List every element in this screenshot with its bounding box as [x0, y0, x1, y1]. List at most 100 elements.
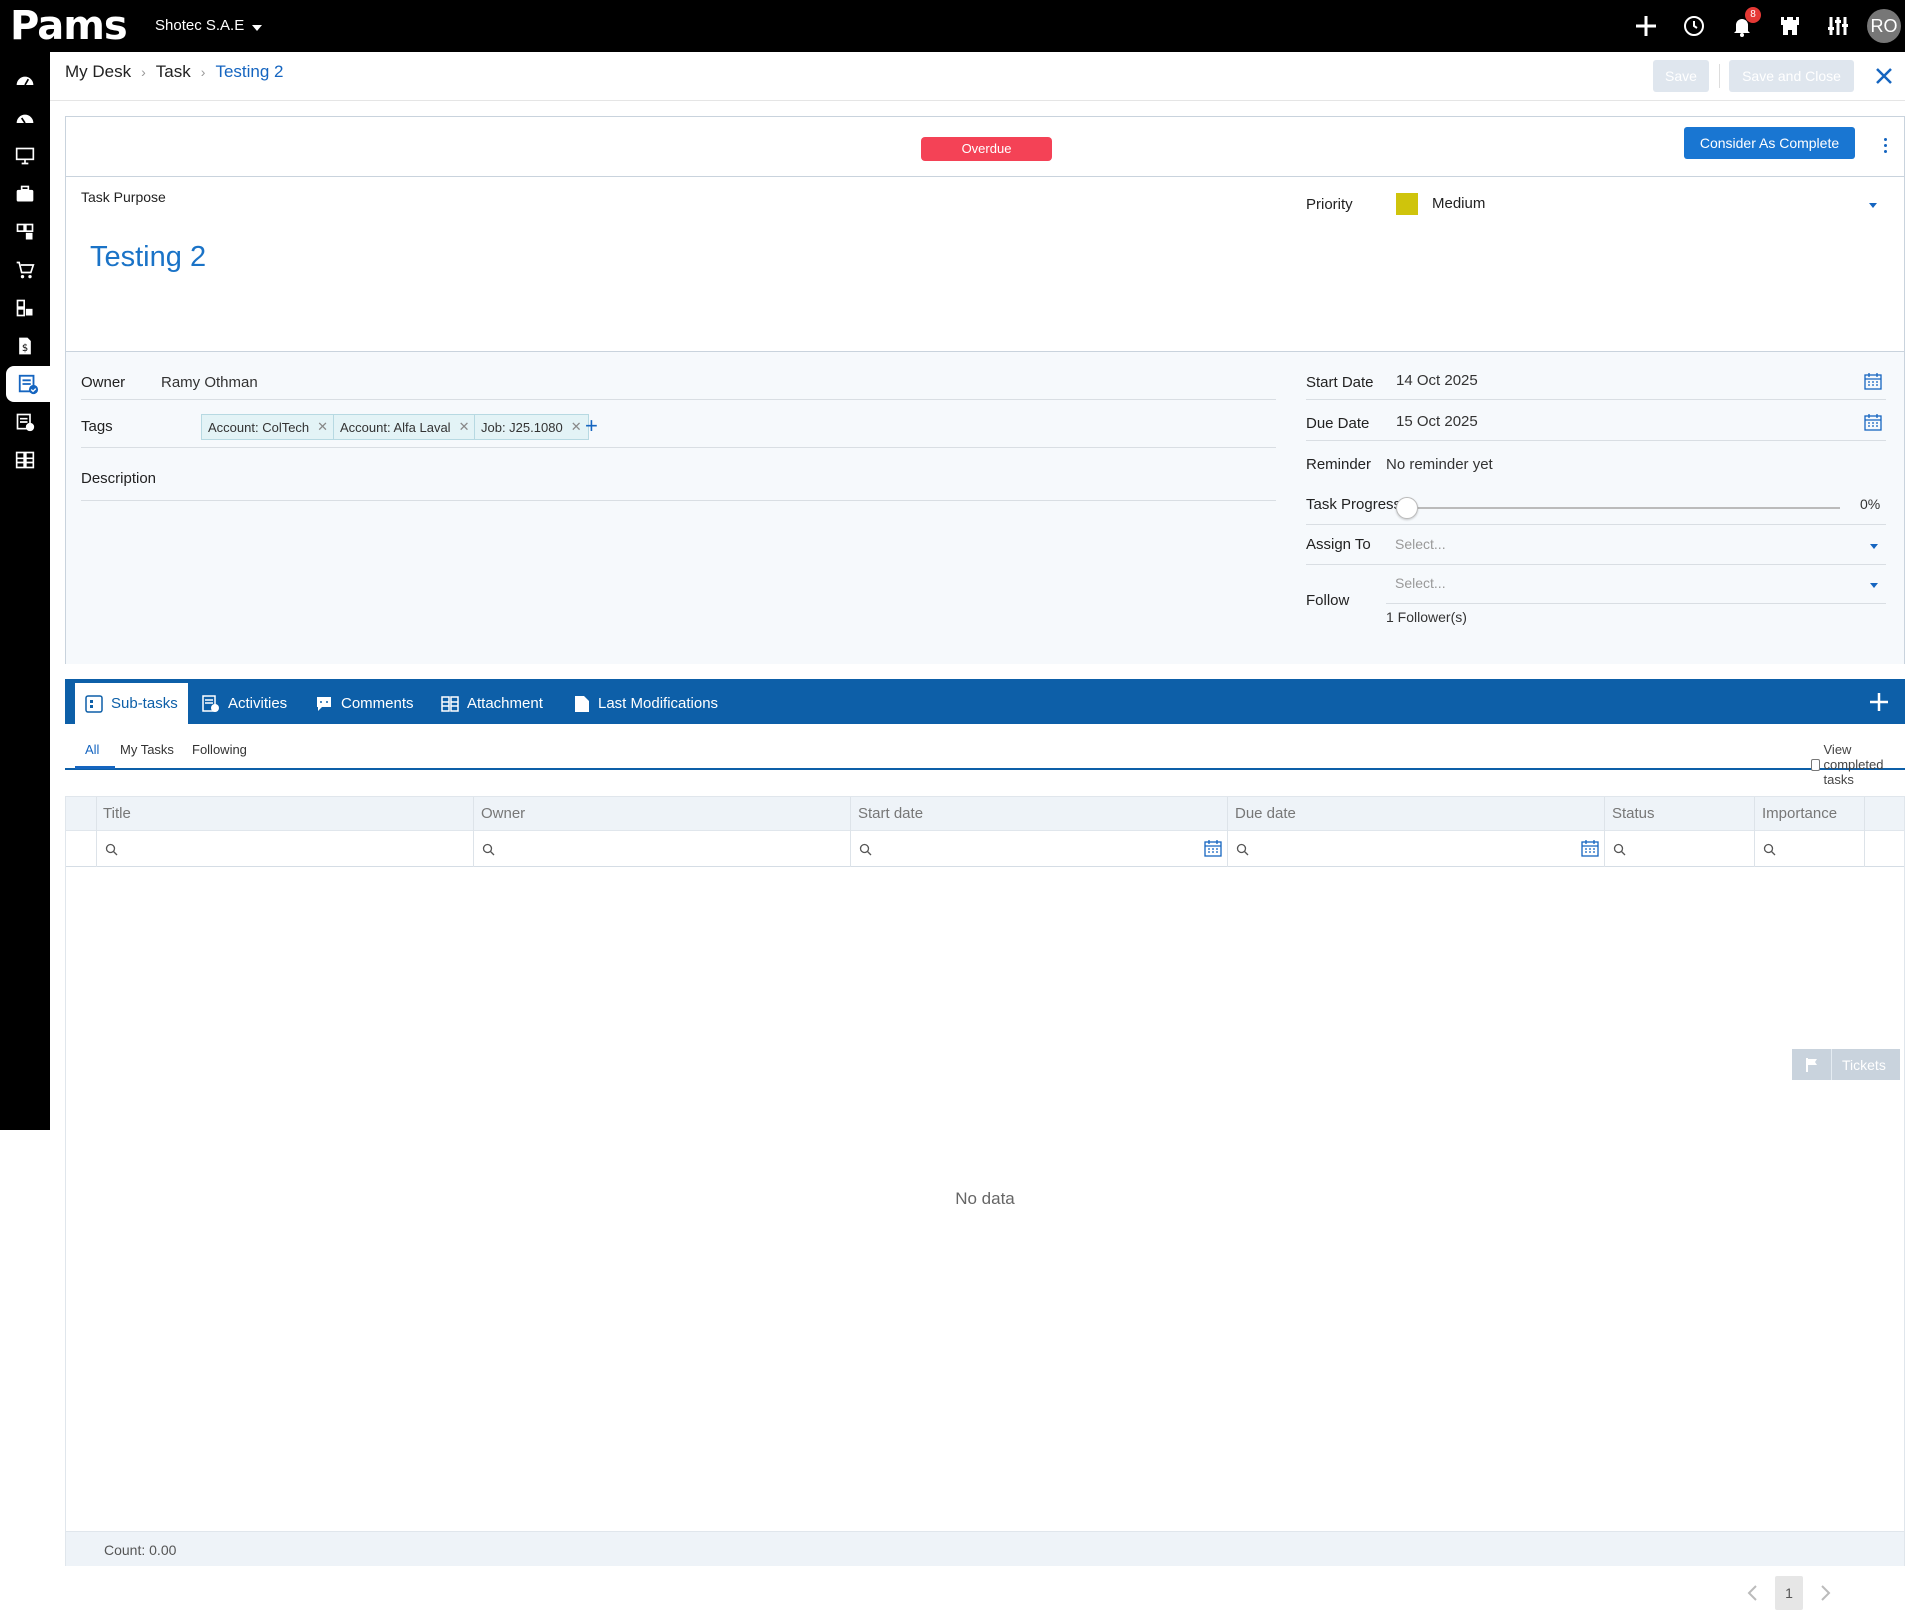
castle-icon[interactable]: [1777, 13, 1803, 39]
app-logo[interactable]: Pams: [10, 4, 128, 48]
tab-activities[interactable]: Activities: [192, 683, 297, 724]
add-tag-icon[interactable]: +: [585, 414, 605, 438]
notifications-bell-icon[interactable]: 8: [1729, 7, 1761, 39]
search-icon[interactable]: [1763, 843, 1776, 856]
tab-label: Activities: [228, 695, 288, 712]
header-divider-line: [50, 100, 1905, 101]
company-switcher[interactable]: Shotec S.A.E: [155, 17, 263, 34]
tag-chip[interactable]: Job: J25.1080 ✕: [474, 414, 589, 440]
due-date-input[interactable]: 15 Oct 2025: [1396, 413, 1478, 430]
remove-tag-icon[interactable]: ✕: [459, 419, 470, 435]
save-button[interactable]: Save: [1653, 60, 1709, 92]
column-divider[interactable]: [473, 797, 474, 867]
calendar-icon[interactable]: [1864, 413, 1882, 431]
tab-attachment[interactable]: Attachment: [431, 683, 553, 724]
pagination: 1: [1745, 1576, 1833, 1610]
filter-tab-my-tasks[interactable]: My Tasks: [120, 742, 174, 757]
description-field[interactable]: [81, 500, 1276, 501]
settings-sliders-icon[interactable]: [1825, 13, 1851, 39]
owner-value: Ramy Othman: [161, 374, 258, 391]
column-header-status[interactable]: Status: [1612, 805, 1655, 822]
search-icon[interactable]: [1236, 843, 1249, 856]
history-icon[interactable]: [1681, 13, 1707, 39]
tab-last-modifications[interactable]: Last Modifications: [564, 683, 728, 724]
breadcrumb-my-desk[interactable]: My Desk: [65, 62, 131, 82]
view-completed-label: View completed tasks: [1823, 742, 1884, 787]
more-options-icon[interactable]: [1875, 133, 1895, 157]
remove-tag-icon[interactable]: ✕: [317, 419, 328, 435]
progress-slider-handle[interactable]: [1396, 497, 1418, 519]
remove-tag-icon[interactable]: ✕: [571, 419, 582, 435]
breadcrumb-task[interactable]: Task: [156, 62, 191, 82]
reminder-value[interactable]: No reminder yet: [1386, 456, 1493, 473]
previous-page-icon[interactable]: [1745, 1583, 1761, 1603]
consider-as-complete-button[interactable]: Consider As Complete: [1684, 127, 1855, 159]
calendar-icon[interactable]: [1864, 372, 1882, 390]
followers-count[interactable]: 1 Follower(s): [1386, 609, 1467, 625]
monitor-icon[interactable]: [0, 138, 50, 174]
company-name: Shotec S.A.E: [155, 17, 245, 34]
search-icon[interactable]: [105, 843, 118, 856]
priority-select[interactable]: Medium: [1432, 195, 1485, 212]
assign-to-select[interactable]: Select...: [1395, 536, 1446, 552]
tickets-side-button[interactable]: Tickets: [1792, 1049, 1900, 1080]
priority-color-swatch: [1396, 193, 1418, 215]
column-header-due-date[interactable]: Due date: [1235, 805, 1296, 822]
invoice-dollar-icon[interactable]: $: [0, 328, 50, 364]
add-icon[interactable]: [1633, 13, 1659, 39]
activities-icon[interactable]: [0, 404, 50, 440]
column-header-owner[interactable]: Owner: [481, 805, 525, 822]
owner-label: Owner: [81, 374, 126, 391]
column-header-importance[interactable]: Importance: [1762, 805, 1837, 822]
start-date-input[interactable]: 14 Oct 2025: [1396, 372, 1478, 389]
reports-grid-icon[interactable]: [0, 442, 50, 478]
follow-select[interactable]: Select...: [1395, 575, 1446, 591]
column-divider[interactable]: [1227, 797, 1228, 867]
briefcase-icon[interactable]: [0, 176, 50, 212]
chevron-down-icon[interactable]: [1869, 203, 1877, 208]
start-date-label: Start Date: [1306, 374, 1374, 391]
progress-value: 0%: [1860, 496, 1881, 512]
cart-icon[interactable]: [0, 252, 50, 288]
column-divider[interactable]: [850, 797, 851, 867]
inventory-icon[interactable]: [0, 290, 50, 326]
add-icon[interactable]: [1866, 689, 1892, 715]
chevron-down-icon[interactable]: [1870, 583, 1878, 588]
chevron-down-icon[interactable]: [1870, 544, 1878, 549]
next-page-icon[interactable]: [1817, 1583, 1833, 1603]
tab-comments[interactable]: Comments: [305, 683, 424, 724]
view-completed-checkbox[interactable]: View completed tasks: [1811, 742, 1905, 787]
column-divider[interactable]: [1754, 797, 1755, 867]
user-avatar[interactable]: RO: [1867, 9, 1901, 43]
search-icon[interactable]: [1613, 843, 1626, 856]
grid-header: Title Owner Start date Due date Status I…: [66, 797, 1904, 831]
gauge-icon[interactable]: [0, 100, 50, 136]
notifications-badge: 8: [1745, 7, 1761, 23]
subtasks-grid: Title Owner Start date Due date Status I…: [65, 796, 1905, 1566]
save-and-close-button[interactable]: Save and Close: [1729, 60, 1854, 92]
tag-chip[interactable]: Account: Alfa Laval ✕: [333, 414, 477, 440]
activities-icon: [202, 694, 219, 712]
task-purpose-value[interactable]: Testing 2: [90, 241, 206, 274]
checkbox[interactable]: [1811, 758, 1820, 771]
tab-label: Comments: [341, 695, 414, 712]
search-icon[interactable]: [482, 843, 495, 856]
breadcrumb-current: Testing 2: [215, 62, 284, 81]
column-header-start-date[interactable]: Start date: [858, 805, 923, 822]
calendar-icon[interactable]: [1204, 839, 1222, 857]
close-icon[interactable]: [1872, 64, 1896, 88]
filter-tab-following[interactable]: Following: [192, 742, 247, 757]
progress-slider-track[interactable]: [1406, 507, 1840, 509]
reminder-label: Reminder: [1306, 456, 1372, 473]
calendar-icon[interactable]: [1581, 839, 1599, 857]
filter-tab-all[interactable]: All: [85, 742, 99, 757]
modules-icon[interactable]: [0, 214, 50, 250]
page-number-button[interactable]: 1: [1775, 1576, 1803, 1610]
tab-sub-tasks[interactable]: Sub-tasks: [75, 683, 188, 724]
column-header-title[interactable]: Title: [103, 805, 131, 822]
column-divider[interactable]: [1604, 797, 1605, 867]
tag-chip[interactable]: Account: ColTech ✕: [201, 414, 336, 440]
dashboard-gauge-icon[interactable]: [0, 62, 50, 98]
search-icon[interactable]: [859, 843, 872, 856]
tasks-icon[interactable]: [6, 366, 50, 402]
